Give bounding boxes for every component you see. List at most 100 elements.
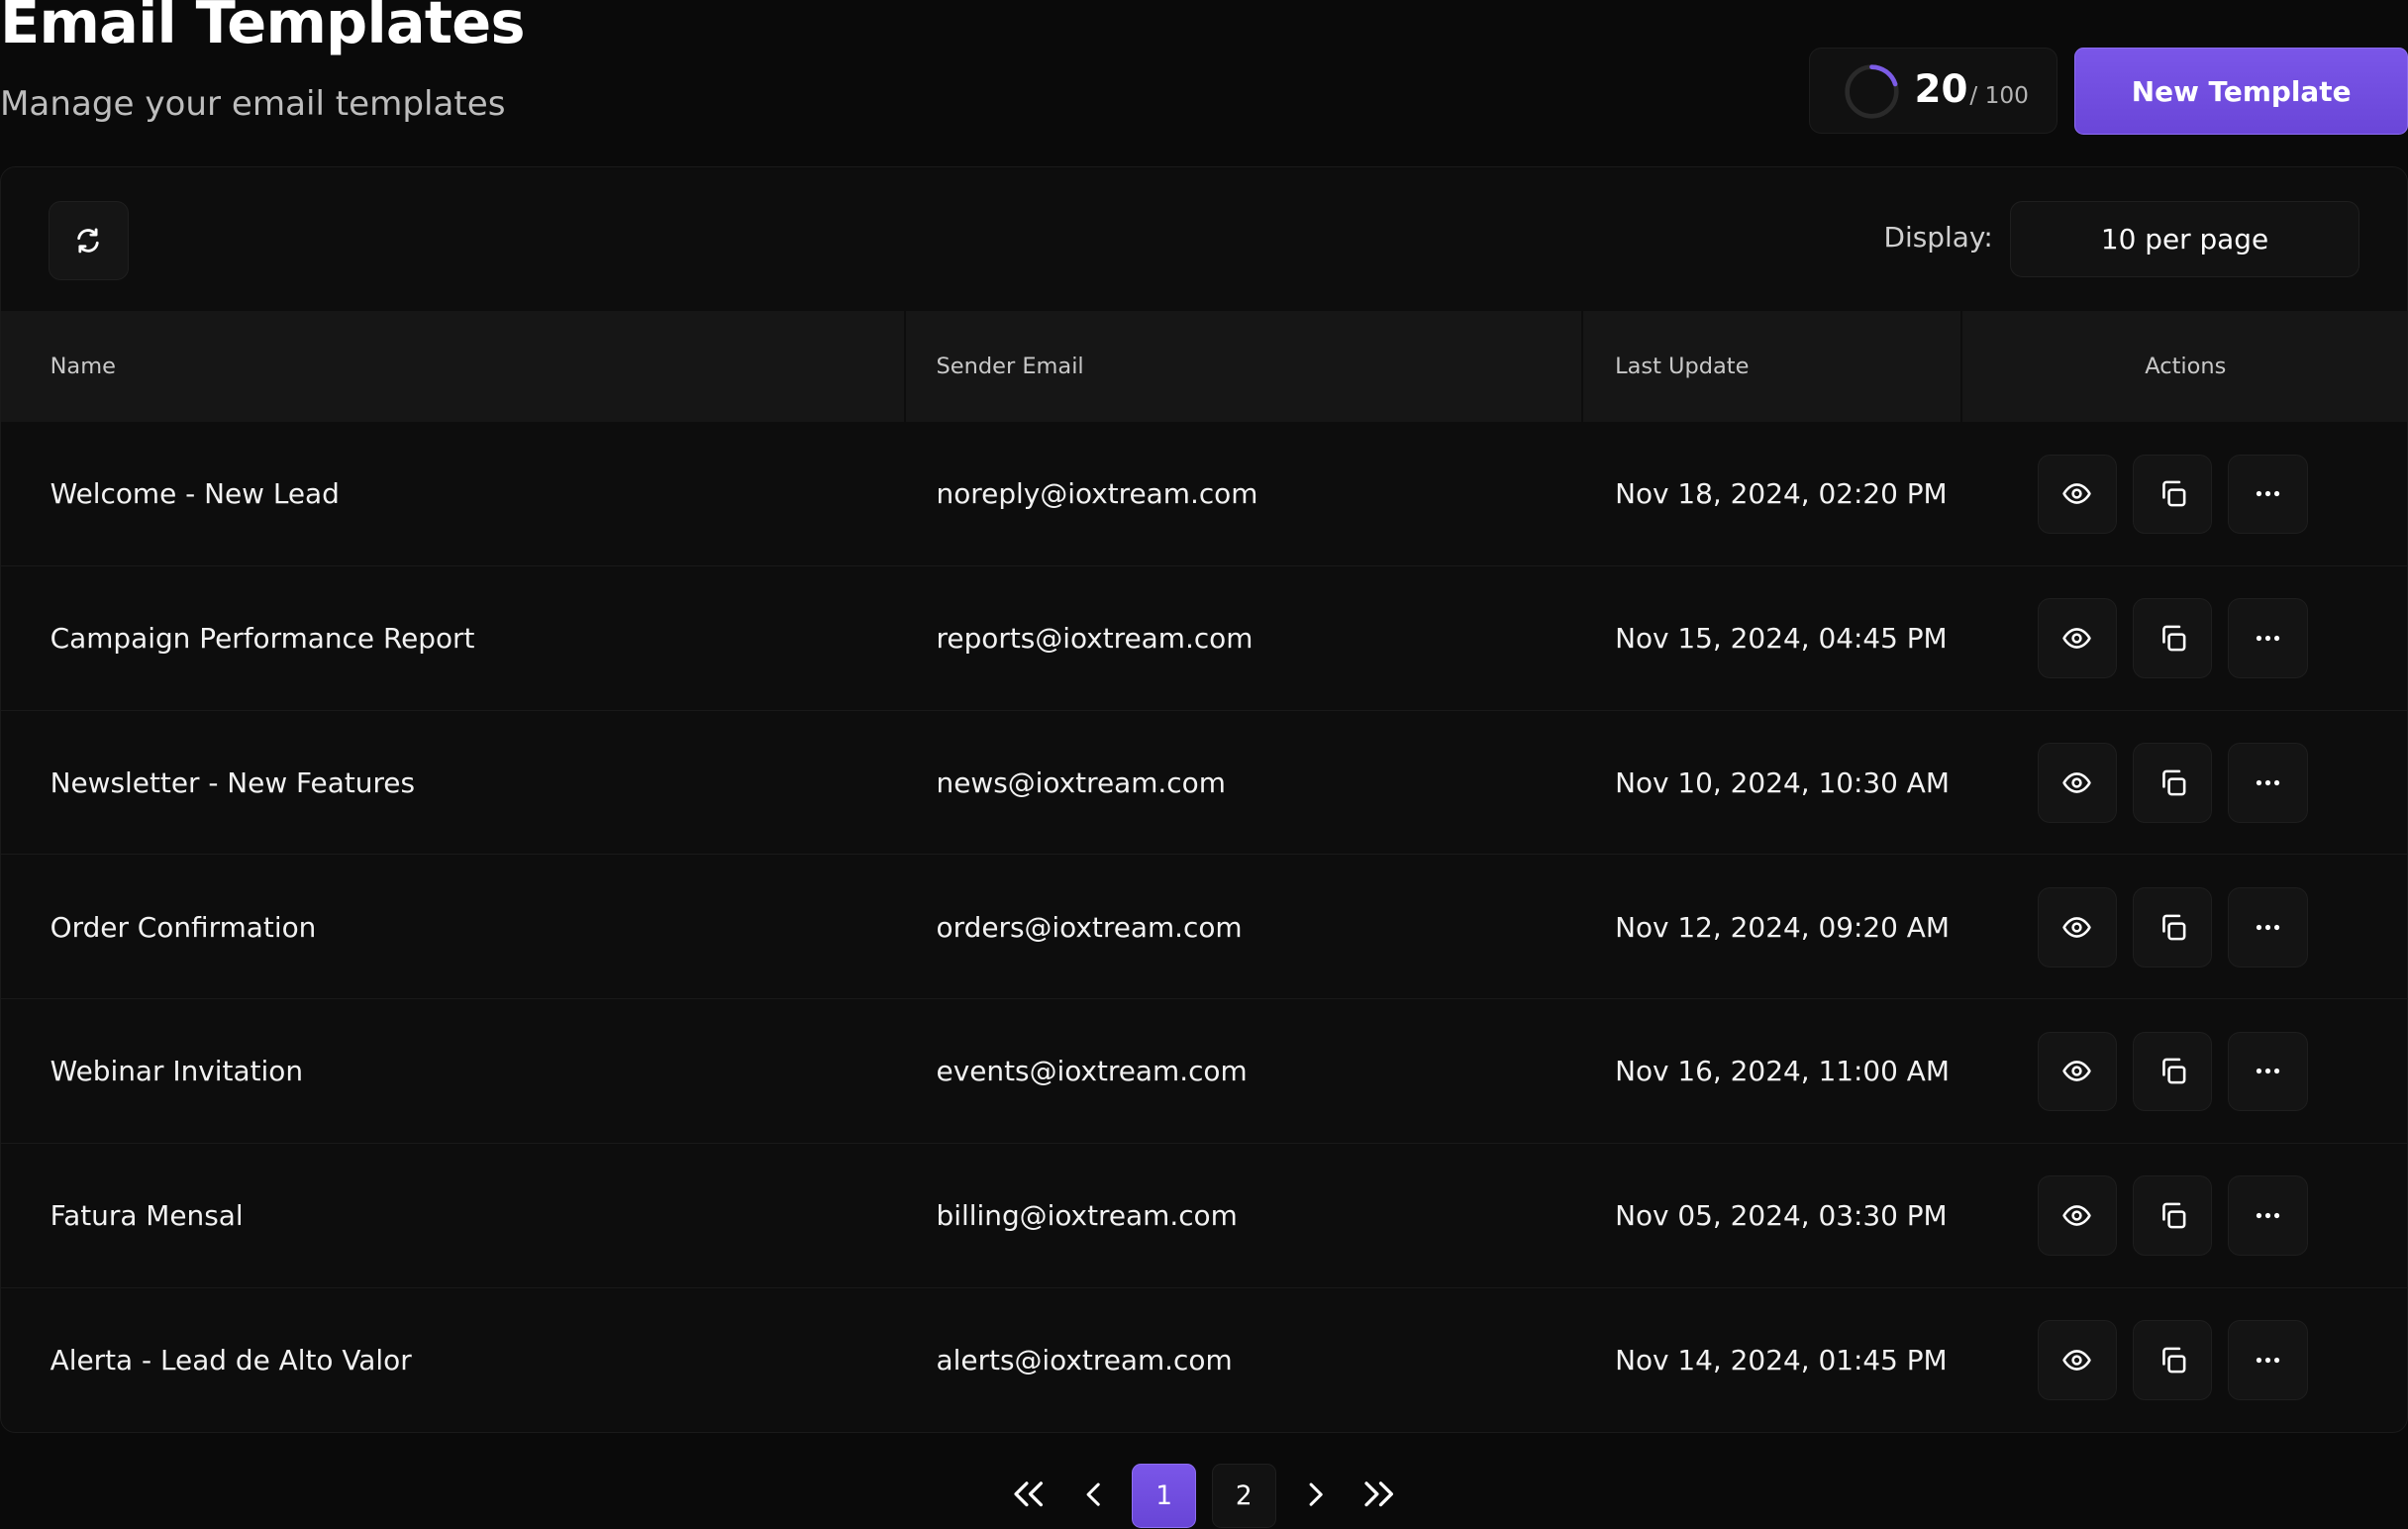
sender-email: reports@ioxtream.com	[936, 622, 1254, 656]
page-button-1[interactable]: 1	[1132, 1464, 1197, 1529]
last-page-button[interactable]	[1356, 1467, 1403, 1522]
template-quota: 20 / 100	[1809, 48, 2058, 134]
column-divider	[1580, 311, 1583, 422]
copy-icon	[2161, 1347, 2186, 1374]
templates-card: Display: 10 per page Name Sender Email L…	[0, 165, 2408, 1434]
eye-icon	[2062, 1061, 2092, 1082]
column-header-last-update[interactable]: Last Update	[1615, 311, 1749, 422]
template-name[interactable]: Webinar Invitation	[50, 999, 303, 1144]
copy-icon	[2161, 625, 2186, 652]
eye-icon	[2062, 772, 2092, 793]
last-update: Nov 14, 2024, 01:45 PM	[1615, 1344, 1948, 1377]
last-update: Nov 10, 2024, 10:30 AM	[1615, 765, 1950, 799]
copy-icon	[2161, 914, 2186, 941]
duplicate-button[interactable]	[2132, 1320, 2213, 1400]
more-actions-button[interactable]	[2227, 598, 2308, 678]
eye-icon	[2062, 1205, 2092, 1227]
template-name[interactable]: Order Confirmation	[50, 855, 317, 999]
progress-ring-icon	[1844, 64, 1899, 119]
template-name[interactable]: Newsletter - New Features	[50, 711, 415, 856]
eye-icon	[2062, 916, 2092, 938]
sender-email: events@ioxtream.com	[936, 1055, 1248, 1088]
more-icon	[2256, 491, 2279, 497]
chevron-right-icon	[1309, 1482, 1323, 1506]
chevron-left-icon	[1086, 1482, 1100, 1506]
template-name[interactable]: Alerta - Lead de Alto Valor	[50, 1288, 412, 1432]
preview-button[interactable]	[2037, 1031, 2118, 1112]
table-row[interactable]: Newsletter - New Features news@ioxtream.c…	[1, 711, 2407, 856]
more-actions-button[interactable]	[2227, 1031, 2308, 1112]
copy-icon	[2161, 480, 2186, 507]
more-actions-button[interactable]	[2227, 1175, 2308, 1257]
display-label: Display:	[1883, 220, 1993, 254]
template-name[interactable]: Welcome - New Lead	[50, 422, 340, 566]
duplicate-button[interactable]	[2132, 1031, 2213, 1112]
column-header-name[interactable]: Name	[50, 311, 116, 422]
sender-email: alerts@ioxtream.com	[936, 1344, 1233, 1377]
duplicate-button[interactable]	[2132, 743, 2213, 823]
more-icon	[2256, 1357, 2279, 1364]
per-page-select[interactable]: 10 per page	[2009, 200, 2360, 278]
more-icon	[2256, 924, 2279, 930]
email-templates-page: Email Templates Manage your email templa…	[0, 0, 2408, 1529]
pagination: 1 2	[0, 1459, 2408, 1529]
copy-icon	[2161, 1202, 2186, 1229]
preview-button[interactable]	[2037, 1175, 2118, 1257]
table-header: Name Sender Email Last Update Actions	[1, 311, 2407, 422]
more-actions-button[interactable]	[2227, 886, 2308, 968]
column-header-actions: Actions	[2145, 354, 2227, 380]
last-update: Nov 18, 2024, 02:20 PM	[1615, 477, 1948, 511]
eye-icon	[2062, 483, 2092, 505]
page-title: Email Templates	[0, 0, 526, 56]
table-row[interactable]: Campaign Performance Report reports@ioxtr…	[1, 566, 2407, 711]
previous-page-button[interactable]	[1070, 1467, 1117, 1522]
more-icon	[2256, 779, 2279, 785]
last-update: Nov 05, 2024, 03:30 PM	[1615, 1199, 1948, 1233]
more-icon	[2256, 1213, 2279, 1219]
refresh-button[interactable]	[49, 200, 129, 281]
duplicate-button[interactable]	[2132, 454, 2213, 535]
duplicate-button[interactable]	[2132, 886, 2213, 968]
quota-used: 20	[1914, 66, 1968, 112]
eye-icon	[2062, 628, 2092, 649]
double-chevron-right-icon	[1364, 1481, 1394, 1507]
preview-button[interactable]	[2037, 743, 2118, 823]
table-row[interactable]: Alerta - Lead de Alto Valor alerts@ioxtre…	[1, 1288, 2407, 1432]
duplicate-button[interactable]	[2132, 1175, 2213, 1257]
preview-button[interactable]	[2037, 598, 2118, 678]
next-page-button[interactable]	[1293, 1467, 1340, 1522]
table-row[interactable]: Order Confirmation orders@ioxtream.com Nov…	[1, 855, 2407, 1000]
last-update: Nov 15, 2024, 04:45 PM	[1615, 622, 1948, 656]
preview-button[interactable]	[2037, 454, 2118, 535]
page-subtitle: Manage your email templates	[0, 84, 506, 125]
more-actions-button[interactable]	[2227, 454, 2308, 535]
more-icon	[2256, 1069, 2279, 1074]
page-header: Email Templates Manage your email templa…	[0, 0, 2408, 153]
sender-email: billing@ioxtream.com	[936, 1199, 1238, 1233]
page-button-2[interactable]: 2	[1211, 1464, 1276, 1529]
template-name[interactable]: Fatura Mensal	[50, 1144, 244, 1288]
column-header-sender-email[interactable]: Sender Email	[937, 311, 1084, 422]
first-page-button[interactable]	[1006, 1467, 1053, 1522]
double-chevron-left-icon	[1014, 1481, 1044, 1507]
eye-icon	[2062, 1350, 2092, 1371]
column-divider	[903, 311, 906, 422]
template-name[interactable]: Campaign Performance Report	[50, 566, 475, 711]
more-actions-button[interactable]	[2227, 743, 2308, 823]
more-icon	[2256, 636, 2279, 642]
preview-button[interactable]	[2037, 1320, 2118, 1400]
table-row[interactable]: Webinar Invitation events@ioxtream.com Nov…	[1, 999, 2407, 1144]
duplicate-button[interactable]	[2132, 598, 2213, 678]
last-update: Nov 16, 2024, 11:00 AM	[1615, 1055, 1950, 1088]
more-actions-button[interactable]	[2227, 1320, 2308, 1400]
new-template-button[interactable]: New Template	[2074, 48, 2408, 136]
table-row[interactable]: Fatura Mensal billing@ioxtream.com Nov 05,…	[1, 1144, 2407, 1288]
copy-icon	[2161, 1059, 2186, 1084]
table-body: Welcome - New Lead noreply@ioxtream.com No…	[1, 422, 2407, 1432]
preview-button[interactable]	[2037, 886, 2118, 968]
refresh-icon	[77, 228, 100, 254]
table-row[interactable]: Welcome - New Lead noreply@ioxtream.com No…	[1, 422, 2407, 566]
sender-email: orders@ioxtream.com	[936, 910, 1243, 944]
quota-total: / 100	[1969, 82, 2029, 110]
table-toolbar: Display: 10 per page	[1, 167, 2407, 312]
